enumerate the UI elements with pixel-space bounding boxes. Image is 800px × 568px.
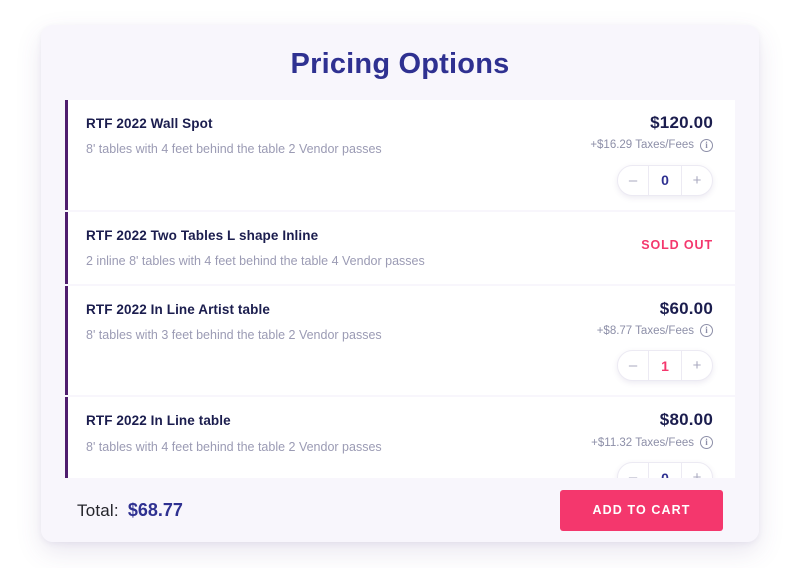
status-badge: SOLD OUT bbox=[641, 237, 713, 252]
option-name: RTF 2022 In Line table bbox=[86, 413, 231, 429]
total-value: $68.77 bbox=[127, 499, 183, 520]
pricing-row: RTF 2022 Two Tables L shape Inline 2 inl… bbox=[65, 211, 735, 284]
quantity-stepper[interactable]: – 1 + bbox=[617, 350, 713, 382]
pricing-row-info: RTF 2022 Two Tables L shape Inline 2 inl… bbox=[86, 226, 425, 270]
quantity-value: 1 bbox=[648, 351, 682, 381]
option-price: $80.00 bbox=[659, 410, 713, 430]
option-price: $120.00 bbox=[650, 113, 713, 132]
option-description: 8' tables with 4 feet behind the table 2… bbox=[86, 439, 382, 454]
decrement-button[interactable]: – bbox=[618, 166, 648, 195]
page-title: Pricing Options bbox=[290, 48, 510, 80]
cart-footer: Total: $68.77 ADD TO CART bbox=[41, 478, 759, 542]
decrement-button[interactable]: – bbox=[618, 463, 648, 478]
option-description: 8' tables with 4 feet behind the table 2… bbox=[86, 142, 382, 157]
info-circle-icon[interactable]: i bbox=[700, 324, 713, 338]
option-name: RTF 2022 In Line Artist table bbox=[86, 301, 270, 317]
option-name: RTF 2022 Two Tables L shape Inline bbox=[86, 227, 319, 243]
info-circle-icon[interactable]: i bbox=[700, 138, 713, 152]
pricing-options-card: Pricing Options RTF 2022 Wall Spot 8' ta… bbox=[41, 25, 759, 542]
option-name: RTF 2022 Wall Spot bbox=[86, 116, 213, 131]
pricing-row[interactable]: RTF 2022 Wall Spot 8' tables with 4 feet… bbox=[65, 100, 735, 210]
pricing-row[interactable]: RTF 2022 In Line Artist table 8' tables … bbox=[65, 285, 735, 396]
quantity-stepper[interactable]: – 0 + bbox=[617, 462, 713, 478]
quantity-stepper[interactable]: – 0 + bbox=[617, 164, 713, 196]
total-summary: Total: $68.77 bbox=[77, 500, 183, 521]
screen: Pricing Options RTF 2022 Wall Spot 8' ta… bbox=[0, 0, 800, 568]
decrement-button[interactable]: – bbox=[618, 351, 648, 380]
option-price: $60.00 bbox=[659, 298, 713, 318]
pricing-row-controls: $120.00 +$16.29 Taxes/Fees i – 0 + bbox=[563, 113, 713, 196]
option-fees-label: +$8.77 Taxes/Fees bbox=[596, 324, 694, 337]
increment-button[interactable]: + bbox=[682, 463, 712, 478]
quantity-value: 0 bbox=[648, 463, 682, 478]
add-to-cart-button[interactable]: ADD TO CART bbox=[560, 489, 723, 531]
pricing-row-info: RTF 2022 In Line table 8' tables with 4 … bbox=[86, 411, 382, 455]
option-fees: +$8.77 Taxes/Fees i bbox=[596, 324, 713, 338]
option-fees: +$11.32 Taxes/Fees i bbox=[591, 436, 713, 450]
info-circle-icon[interactable]: i bbox=[700, 436, 713, 450]
total-label: Total: bbox=[77, 500, 119, 520]
option-description: 8' tables with 3 feet behind the table 2… bbox=[86, 327, 382, 342]
pricing-row[interactable]: RTF 2022 In Line table 8' tables with 4 … bbox=[65, 397, 735, 478]
option-fees: +$16.29 Taxes/Fees i bbox=[590, 138, 713, 152]
pricing-row-info: RTF 2022 Wall Spot 8' tables with 4 feet… bbox=[86, 114, 382, 158]
pricing-options-list[interactable]: RTF 2022 Wall Spot 8' tables with 4 feet… bbox=[65, 100, 735, 478]
increment-button[interactable]: + bbox=[682, 351, 712, 380]
pricing-row-info: RTF 2022 In Line Artist table 8' tables … bbox=[86, 300, 382, 344]
option-fees-label: +$16.29 Taxes/Fees bbox=[590, 139, 694, 152]
pricing-row-controls: SOLD OUT bbox=[563, 226, 713, 252]
pricing-row-controls: $80.00 +$11.32 Taxes/Fees i – 0 + bbox=[563, 411, 713, 478]
increment-button[interactable]: + bbox=[682, 166, 712, 195]
option-description: 2 inline 8' tables with 4 feet behind th… bbox=[86, 253, 425, 268]
option-fees-label: +$11.32 Taxes/Fees bbox=[591, 436, 694, 449]
pricing-row-controls: $60.00 +$8.77 Taxes/Fees i – 1 + bbox=[563, 298, 713, 382]
quantity-value: 0 bbox=[648, 165, 682, 195]
